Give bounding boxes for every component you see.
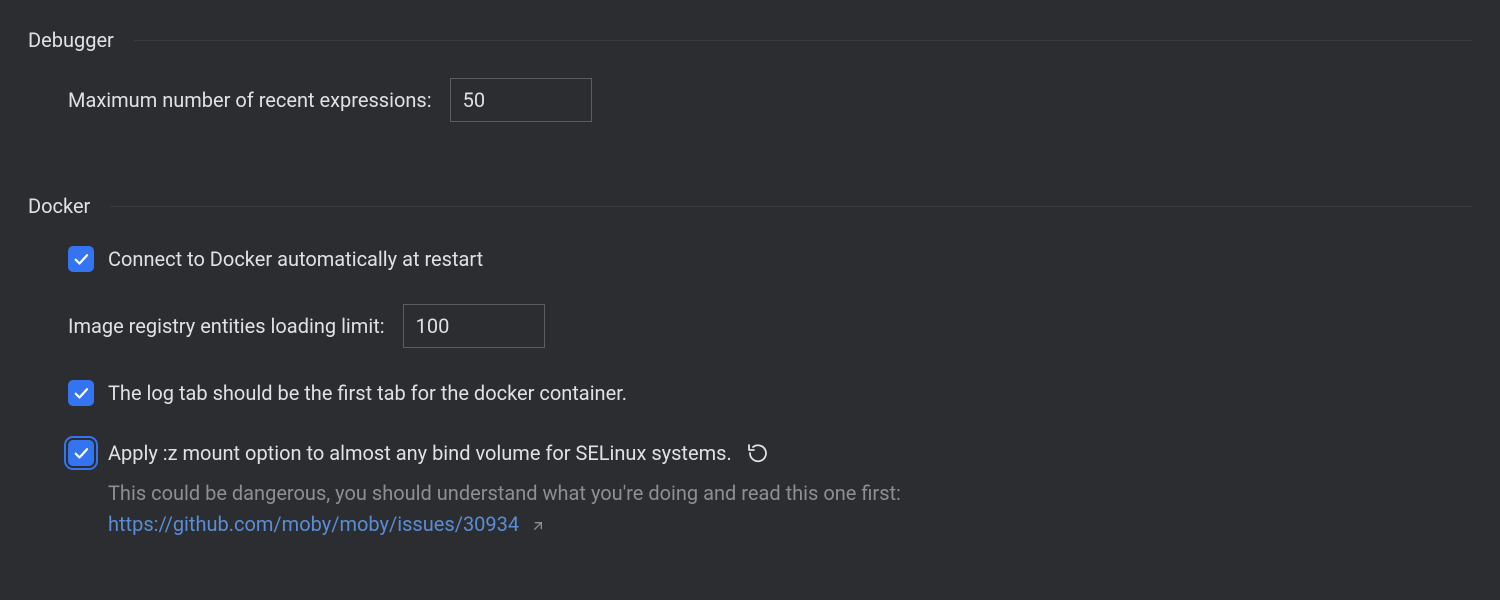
check-icon xyxy=(72,444,90,462)
connect-automatically-row: Connect to Docker automatically at resta… xyxy=(68,244,1472,274)
log-tab-first-label: The log tab should be the first tab for … xyxy=(108,378,627,408)
max-recent-expressions-label: Maximum number of recent expressions: xyxy=(68,88,432,112)
debugger-section-header: Debugger xyxy=(0,0,1500,52)
connect-automatically-label: Connect to Docker automatically at resta… xyxy=(108,244,483,274)
log-tab-first-checkbox[interactable] xyxy=(68,380,94,406)
image-registry-limit-input[interactable] xyxy=(403,304,545,348)
apply-z-mount-label-row: Apply :z mount option to almost any bind… xyxy=(108,438,901,468)
apply-z-mount-checkbox[interactable] xyxy=(68,440,94,466)
external-link-icon xyxy=(530,518,546,534)
max-recent-expressions-input[interactable] xyxy=(450,78,592,122)
apply-z-mount-help-text: This could be dangerous, you should unde… xyxy=(108,481,901,505)
check-icon xyxy=(72,384,90,402)
section-divider xyxy=(110,206,1472,207)
image-registry-limit-label: Image registry entities loading limit: xyxy=(68,314,385,338)
debugger-section-body: Maximum number of recent expressions: xyxy=(0,78,1500,122)
docker-section-header: Docker xyxy=(0,166,1500,218)
log-tab-first-row: The log tab should be the first tab for … xyxy=(68,378,1472,408)
image-registry-limit-row: Image registry entities loading limit: xyxy=(68,304,1472,348)
reset-icon[interactable] xyxy=(746,441,770,465)
max-recent-expressions-row: Maximum number of recent expressions: xyxy=(68,78,1472,122)
connect-automatically-checkbox[interactable] xyxy=(68,246,94,272)
debugger-section: Debugger Maximum number of recent expres… xyxy=(0,0,1500,122)
debugger-section-title: Debugger xyxy=(28,28,114,52)
docker-section-title: Docker xyxy=(28,194,90,218)
apply-z-mount-link[interactable]: https://github.com/moby/moby/issues/3093… xyxy=(108,512,519,536)
apply-z-mount-content: Apply :z mount option to almost any bind… xyxy=(108,438,901,540)
section-divider xyxy=(134,40,1472,41)
apply-z-mount-help: This could be dangerous, you should unde… xyxy=(108,478,901,540)
docker-section-body: Connect to Docker automatically at resta… xyxy=(0,244,1500,540)
check-icon xyxy=(72,250,90,268)
apply-z-mount-row: Apply :z mount option to almost any bind… xyxy=(68,438,1472,540)
docker-section: Docker Connect to Docker automatically a… xyxy=(0,166,1500,540)
apply-z-mount-label: Apply :z mount option to almost any bind… xyxy=(108,438,732,468)
